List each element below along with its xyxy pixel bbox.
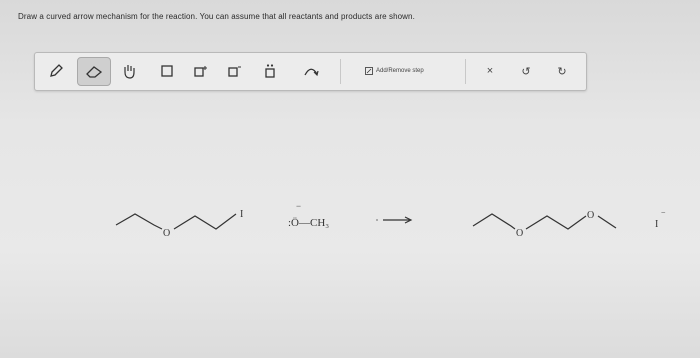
reaction-canvas[interactable]: O I − :Ö—CH₃ O O I − — [0, 0, 700, 358]
product-oxygen-2: O — [587, 210, 594, 221]
product-diether: O O — [472, 210, 617, 239]
faint-dot — [376, 219, 378, 221]
oxygen-atom-label: O — [163, 228, 170, 239]
bond-line — [115, 213, 163, 230]
bond-line — [472, 213, 516, 230]
product-oxygen-1: O — [516, 228, 523, 239]
bond-line — [597, 215, 617, 229]
methoxide-nucleophile: − :Ö—CH₃ — [288, 201, 329, 229]
iodide-charge: − — [661, 208, 666, 217]
bond-line — [173, 213, 237, 230]
methoxide-charge: − — [296, 201, 301, 211]
iodine-atom-label: I — [240, 209, 243, 220]
iodide-byproduct: I − — [655, 208, 666, 230]
iodide-label: I — [655, 219, 658, 230]
reactant-iodoether: O I — [115, 209, 243, 239]
reaction-arrow — [376, 216, 413, 224]
bond-line — [525, 215, 587, 230]
methoxide-formula: :Ö—CH₃ — [288, 217, 329, 229]
